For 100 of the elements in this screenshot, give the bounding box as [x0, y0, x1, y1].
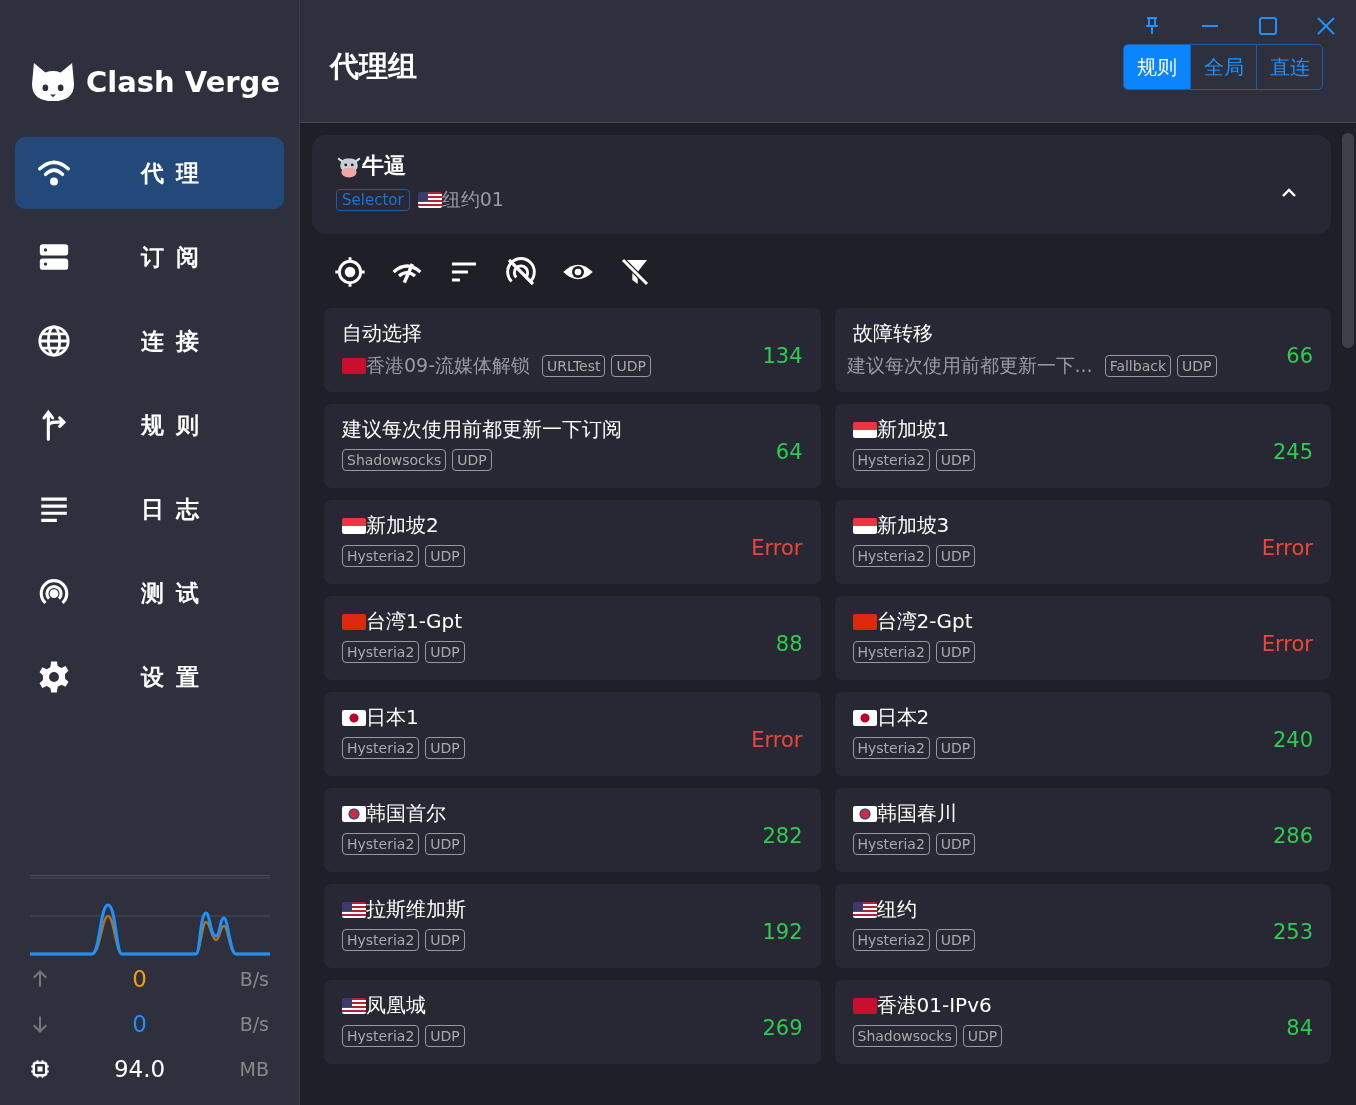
latency[interactable]: 269	[762, 1016, 803, 1040]
proxy-name: 建议每次使用前都更新一下订阅	[342, 416, 622, 443]
protocol-tag: Hysteria2	[852, 929, 930, 951]
proxy-group-card[interactable]: 牛逼 Selector 纽约01	[312, 135, 1331, 234]
latency[interactable]: Error	[1261, 632, 1313, 656]
scrollbar-thumb[interactable]	[1342, 133, 1354, 348]
proxy-name: 台湾2-Gpt	[876, 608, 973, 635]
proxy-card[interactable]: 台湾1-Gpt Hysteria2 UDP 88	[324, 596, 821, 680]
latency[interactable]: 282	[762, 824, 803, 848]
nav-item[interactable]: 规 则	[15, 389, 284, 461]
protocol-tag: UDP	[935, 929, 976, 951]
group-name: 牛逼	[362, 152, 406, 180]
latency[interactable]: Error	[751, 536, 803, 560]
proxy-card[interactable]: 拉斯维加斯 Hysteria2 UDP 192	[324, 884, 821, 968]
proxy-name: 自动选择	[342, 320, 422, 347]
protocol-tag: Hysteria2	[852, 449, 930, 471]
page-title: 代理组	[330, 48, 417, 85]
globe-icon	[37, 324, 71, 358]
memory-unit: MB	[238, 1057, 269, 1080]
protocol-tag: URLTest	[542, 355, 606, 377]
protocol-tag: UDP	[935, 737, 976, 759]
memory-chip-icon	[30, 1058, 50, 1079]
proxy-name: 日本2	[876, 704, 930, 731]
latency[interactable]: 66	[1286, 344, 1313, 368]
mode-tab[interactable]: 全局	[1190, 45, 1256, 89]
upload-speed: 0	[131, 965, 148, 992]
nav-item[interactable]: 测 试	[15, 557, 284, 629]
latency[interactable]: 245	[1272, 440, 1313, 464]
latency[interactable]: 240	[1272, 728, 1313, 752]
proxy-name: 韩国首尔	[366, 800, 446, 827]
download-unit: B/s	[238, 1012, 269, 1035]
latency[interactable]: 84	[1286, 1016, 1313, 1040]
proxy-name: 台湾1-Gpt	[366, 608, 462, 635]
proxy-name: 纽约	[876, 896, 917, 923]
proxy-name: 拉斯维加斯	[366, 896, 466, 923]
nav-item[interactable]: 代 理	[15, 137, 284, 209]
proxy-card[interactable]: 自动选择 香港09-流媒体解锁 URLTest UDP 134	[324, 308, 821, 392]
latency[interactable]: 134	[762, 344, 803, 368]
current-proxy: 纽约01	[441, 187, 504, 212]
download-speed: 0	[131, 1010, 148, 1037]
protocol-tag: UDP	[935, 833, 976, 855]
latency[interactable]: 286	[1272, 824, 1313, 848]
proxy-name: 新加坡1	[876, 416, 950, 443]
proxy-card[interactable]: 新加坡2 Hysteria2 UDP Error	[324, 500, 821, 584]
latency[interactable]: 192	[762, 920, 803, 944]
protocol-tag: Hysteria2	[852, 833, 930, 855]
protocol-tag: Hysteria2	[342, 1025, 420, 1047]
flag-icon	[852, 709, 877, 726]
locate-icon[interactable]	[334, 256, 366, 288]
proxy-card[interactable]: 台湾2-Gpt Hysteria2 UDP Error	[834, 596, 1331, 680]
protocol-tag: UDP	[1177, 355, 1217, 377]
proxy-name: 韩国春川	[876, 800, 957, 827]
proxy-name: 日本1	[366, 704, 419, 731]
memory-usage: 94.0	[112, 1055, 167, 1082]
proxy-card[interactable]: 新加坡3 Hysteria2 UDP Error	[834, 500, 1331, 584]
flag-icon	[342, 613, 366, 630]
filter-off-icon[interactable]	[619, 256, 651, 288]
latency[interactable]: 253	[1272, 920, 1313, 944]
protocol-tag: Hysteria2	[852, 641, 930, 663]
latency[interactable]: 88	[775, 632, 803, 656]
nav-item[interactable]: 订 阅	[15, 221, 284, 293]
protocol-tag: Hysteria2	[342, 929, 420, 951]
flag-icon	[852, 421, 877, 438]
proxy-card[interactable]: 韩国首尔 Hysteria2 UDP 282	[324, 788, 821, 872]
proxy-card[interactable]: 建议每次使用前都更新一下订阅 Shadowsocks UDP 64	[324, 404, 821, 488]
mode-tab[interactable]: 直连	[1256, 45, 1322, 89]
group-type-tag: Selector	[336, 189, 410, 211]
protocol-tag: UDP	[935, 641, 976, 663]
proxy-card[interactable]: 日本1 Hysteria2 UDP Error	[324, 692, 821, 776]
nav-item[interactable]: 日 志	[15, 473, 284, 545]
latency[interactable]: Error	[751, 728, 803, 752]
proxy-card[interactable]: 新加坡1 Hysteria2 UDP 245	[834, 404, 1331, 488]
latency[interactable]: 64	[775, 440, 803, 464]
protocol-tag: UDP	[425, 1025, 465, 1047]
protocol-tag: Hysteria2	[852, 737, 930, 759]
protocol-tag: UDP	[425, 641, 465, 663]
proxy-card[interactable]: 日本2 Hysteria2 UDP 240	[834, 692, 1331, 776]
protocol-tag: UDP	[935, 545, 976, 567]
proxy-card[interactable]: 韩国春川 Hysteria2 UDP 286	[834, 788, 1331, 872]
proxy-card[interactable]: 凤凰城 Hysteria2 UDP 269	[324, 980, 821, 1064]
proxy-card[interactable]: 纽约 Hysteria2 UDP 253	[834, 884, 1331, 968]
close-icon[interactable]	[1316, 16, 1336, 36]
maximize-icon[interactable]	[1258, 16, 1278, 36]
flag-icon	[417, 192, 442, 208]
flag-icon	[342, 805, 366, 822]
proxy-name: 凤凰城	[366, 992, 426, 1019]
proxy-card[interactable]: 故障转移 建议每次使用前都更新一下... Fallback UDP 66	[834, 308, 1331, 392]
signal-off-icon[interactable]	[505, 256, 537, 288]
protocol-tag: UDP	[425, 737, 465, 759]
mode-tab[interactable]: 规则	[1124, 45, 1190, 89]
nav-item[interactable]: 连 接	[15, 305, 284, 377]
proxy-card[interactable]: 香港01-IPv6 Shadowsocks UDP 84	[834, 980, 1331, 1064]
selected-proxy: 建议每次使用前都更新一下...	[846, 353, 1093, 378]
nav-item[interactable]: 设 置	[15, 641, 284, 713]
flag-icon	[342, 709, 366, 726]
proxy-name: 香港01-IPv6	[876, 992, 992, 1019]
selected-proxy: 香港09-流媒体解锁	[366, 353, 531, 378]
protocol-tag: UDP	[425, 545, 465, 567]
upload-unit: B/s	[238, 967, 269, 990]
latency[interactable]: Error	[1261, 536, 1313, 560]
